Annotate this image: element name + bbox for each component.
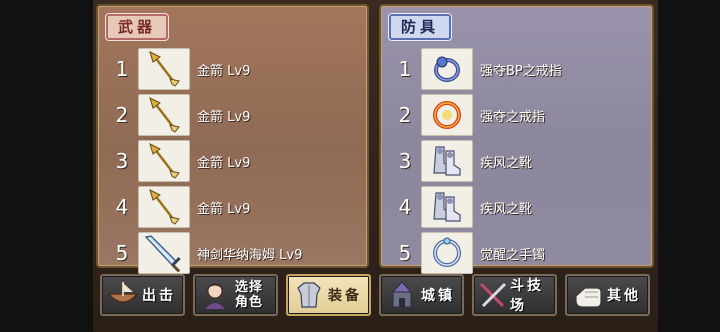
armor-row-3[interactable]: 3 疾风之靴 [381,140,652,184]
slot-number: 3 [398,149,412,173]
arena-label: 斗技场 [510,278,544,314]
red-ring-icon [433,101,461,129]
select-character-label: 选择 角色 [235,280,263,310]
bracelet-icon [433,237,461,267]
armor-panel: 防具 1 强夺BP之戒指 2 强夺之戒指 3 疾风之靴 4 疾风之靴 5 觉醒之… [379,4,654,274]
weapon-name: 金箭 Lv9 [197,202,251,217]
bottom-nav: 出击 选择 角色 装备 城镇 斗技场 其他 [96,272,654,318]
arrow-icon [149,97,180,133]
armor-row-1[interactable]: 1 强夺BP之戒指 [381,48,652,92]
weapon-row-1[interactable]: 1 金箭 Lv9 [98,48,367,92]
weapon-row-4[interactable]: 4 金箭 Lv9 [98,186,367,230]
weapon-row-3[interactable]: 3 金箭 Lv9 [98,140,367,184]
sortie-button[interactable]: 出击 [100,274,185,316]
town-button[interactable]: 城镇 [379,274,464,316]
slot-number: 4 [115,195,129,219]
armor-name: 强夺之戒指 [480,110,546,125]
equip-button[interactable]: 装备 [286,274,371,316]
armor-slot[interactable] [421,140,473,182]
slot-number: 2 [115,103,129,127]
arena-button[interactable]: 斗技场 [472,274,557,316]
slot-number: 1 [398,57,412,81]
armor-slot[interactable] [421,94,473,136]
armor-name: 强夺BP之戒指 [480,64,562,79]
weapon-slot[interactable] [138,140,190,182]
town-label: 城镇 [421,288,455,304]
weapon-slot[interactable] [138,186,190,228]
armor-slot[interactable] [421,232,473,274]
boots-icon [433,192,461,222]
select-character-button[interactable]: 选择 角色 [193,274,278,316]
weapon-row-2[interactable]: 2 金箭 Lv9 [98,94,367,138]
boots-icon [433,146,461,176]
arrow-icon [149,143,180,179]
other-label: 其他 [607,288,641,304]
armor-row-2[interactable]: 2 强夺之戒指 [381,94,652,138]
weapon-name: 金箭 Lv9 [197,64,251,79]
sword-icon [144,235,181,272]
armor-slot[interactable] [421,186,473,228]
weapon-panel: 武器 1 金箭 Lv9 2 金箭 Lv9 3 金箭 Lv9 4 金箭 Lv9 5… [96,4,369,274]
slot-number: 5 [115,241,129,265]
slot-number: 4 [398,195,412,219]
slot-number: 5 [398,241,412,265]
arrow-icon [149,189,180,225]
slot-number: 3 [115,149,129,173]
weapon-slot[interactable] [138,232,190,274]
armor-row-5[interactable]: 5 觉醒之手镯 [381,232,652,276]
slot-number: 1 [115,57,129,81]
boat-icon [104,276,142,314]
sortie-label: 出击 [142,288,176,304]
weapon-slot[interactable] [138,48,190,90]
blue-ring-icon [434,56,460,82]
other-button[interactable]: 其他 [565,274,650,316]
hand-icon [569,276,607,314]
armor-name: 觉醒之手镯 [480,248,546,263]
castle-icon [383,276,421,314]
armor-icon [290,276,328,314]
armor-tab[interactable]: 防具 [389,14,452,40]
select-line1: 选择 [235,280,264,295]
weapon-name: 金箭 Lv9 [197,156,251,171]
weapon-name: 金箭 Lv9 [197,110,251,125]
armor-row-4[interactable]: 4 疾风之靴 [381,186,652,230]
weapon-tab[interactable]: 武器 [106,14,169,40]
character-icon [197,276,235,314]
equip-label: 装备 [328,288,362,304]
weapon-row-5[interactable]: 5 神剑华纳海姆 Lv9 [98,232,367,276]
armor-name: 疾风之靴 [480,156,533,171]
weapon-name: 神剑华纳海姆 Lv9 [197,248,303,263]
armor-slot[interactable] [421,48,473,90]
crossed-swords-icon [476,276,510,314]
weapon-slot[interactable] [138,94,190,136]
arrow-icon [149,51,180,87]
armor-name: 疾风之靴 [480,202,533,217]
slot-number: 2 [398,103,412,127]
select-line2: 角色 [235,295,264,310]
